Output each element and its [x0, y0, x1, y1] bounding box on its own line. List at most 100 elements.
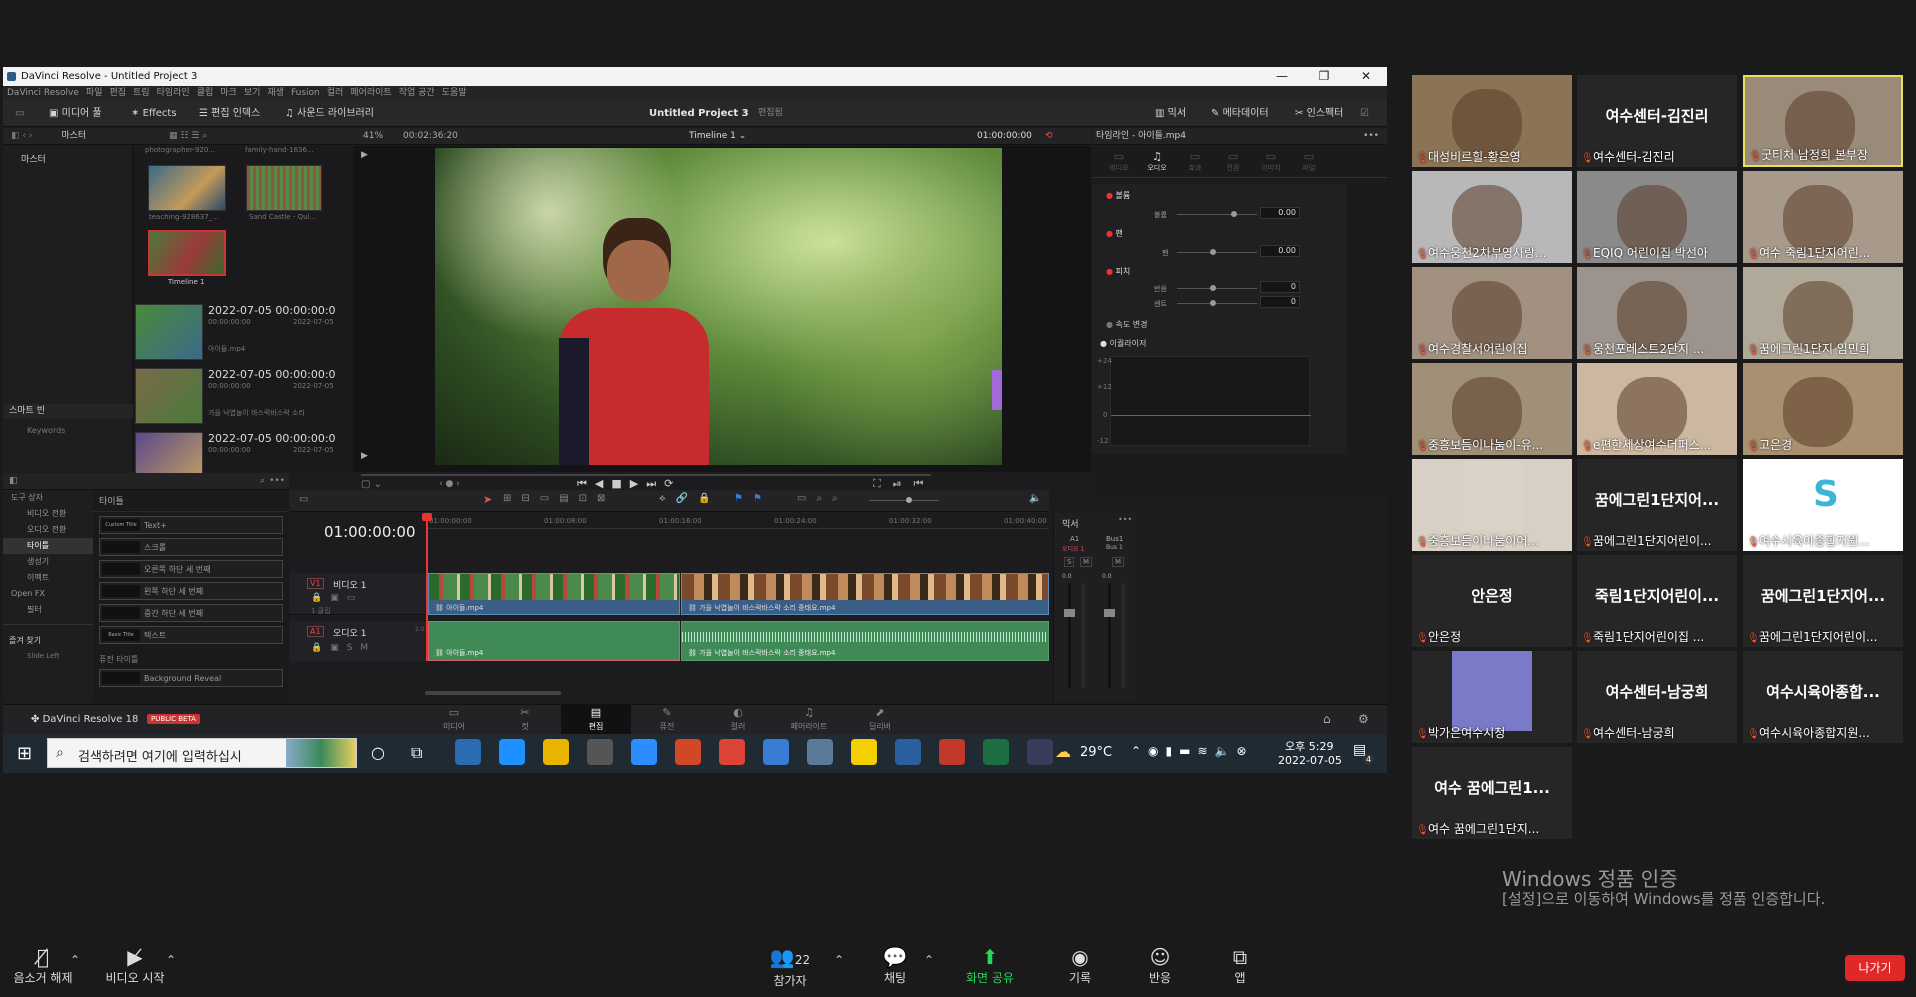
effects-button[interactable]: ✶ Effects [131, 100, 177, 127]
cortana-icon[interactable]: ○ [371, 743, 385, 762]
mute-button[interactable]: M [1080, 557, 1093, 567]
participants-button[interactable]: 👥22 참가자 [760, 945, 820, 989]
timeline-ruler[interactable]: 01:00:00:00 01:00:08:00 01:00:16:00 01:00:2… [427, 513, 1049, 529]
playhead[interactable] [426, 513, 428, 661]
fx-tree-item[interactable]: 타이틀 [3, 538, 93, 554]
page-tab[interactable]: ◐ 컬러 [703, 705, 773, 735]
title-item[interactable]: 왼쪽 하단 세 번째 [99, 582, 283, 600]
view-mode-icons[interactable]: ▦ ☷ ☰ ⌕ [169, 131, 207, 141]
cents-value[interactable]: 0 [1260, 296, 1300, 308]
match-frame-icons[interactable]: ⛶⏯⏮ [873, 477, 935, 491]
settings-icon[interactable]: ⚙ [1358, 712, 1369, 726]
tray-icons[interactable]: ⌃◉▮▬≋🔈⊗ [1131, 744, 1254, 758]
participant-tile[interactable]: 🎙EQIQ 어린이집 박선아 [1577, 171, 1737, 263]
fusion-title-item[interactable]: Background Reveal [93, 669, 289, 687]
more-icon[interactable]: ••• [269, 473, 285, 490]
jog-icon[interactable]: ‹ ● › [439, 479, 460, 489]
fader-track[interactable] [1068, 583, 1071, 688]
volume-knob[interactable] [1231, 211, 1237, 217]
panel-toggle-icon[interactable]: ◧ [9, 476, 18, 486]
timeline-scrollbar[interactable] [425, 691, 561, 695]
home-icon[interactable]: ⌂ [1323, 712, 1331, 726]
clock-date[interactable]: 2022-07-05 [1278, 754, 1342, 767]
start-icon[interactable]: ⊞ [17, 743, 32, 764]
panel-toggle-icon[interactable]: ◧ ‹ › [11, 131, 32, 141]
timeline-options-icon[interactable]: ▭ [299, 494, 308, 505]
fx-tree-item[interactable]: Open FX [3, 586, 93, 602]
sound-library-button[interactable]: ♫ 사운드 라이브러리 [285, 100, 374, 127]
layout-icon[interactable]: ▭ [15, 100, 24, 127]
participant-tile[interactable]: 안은정 🎙안은정 [1412, 555, 1572, 647]
participant-tile[interactable]: 여수센터-남궁희 🎙여수센터-남궁희 [1577, 651, 1737, 743]
task-view-icon[interactable]: ⧉ [411, 743, 422, 763]
track-controls[interactable]: 🔒▣▭ [311, 593, 363, 603]
loop-icon[interactable]: ⟲ [1045, 128, 1053, 145]
taskbar-app-icon[interactable] [895, 739, 921, 765]
track-controls[interactable]: 🔒▣SM [311, 643, 376, 653]
pan-section[interactable]: ● 팬 [1106, 228, 1123, 239]
menu-item[interactable]: 재생 [267, 88, 284, 98]
chat-options-icon[interactable]: ⌃ [924, 953, 934, 967]
maximize-icon[interactable]: ❐ [1303, 67, 1345, 86]
chat-button[interactable]: 💬 채팅 [870, 945, 920, 986]
menu-item[interactable]: 클립 [197, 88, 214, 98]
timeline-thumbnail[interactable] [148, 230, 226, 276]
taskbar-app-icon[interactable] [939, 739, 965, 765]
participants-options-icon[interactable]: ⌃ [834, 953, 844, 967]
taskbar-app-icon[interactable] [543, 739, 569, 765]
menu-item[interactable]: 컬러 [327, 88, 344, 98]
a1-tag[interactable]: A1 [307, 626, 324, 637]
solo-button[interactable]: S [1064, 557, 1075, 567]
eq-graph[interactable]: +24 +12 0 -12 [1097, 356, 1311, 446]
metadata-button[interactable]: ✎ 메타데이터 [1211, 100, 1269, 127]
menu-item[interactable]: 마크 [220, 88, 237, 98]
page-tab[interactable]: ✂ 컷 [490, 705, 560, 735]
volume-section[interactable]: ● 볼륨 [1106, 190, 1130, 201]
equalizer-section[interactable]: ● 이퀄라이저 [1100, 338, 1146, 349]
participant-tile[interactable]: 🎙중흥보듬이나눔이-유... [1412, 363, 1572, 455]
mixer-button[interactable]: ▥ 믹서 [1155, 100, 1186, 127]
pan-slider[interactable] [1177, 252, 1257, 253]
semitones-knob[interactable] [1210, 285, 1216, 291]
snap-link-icons[interactable]: ⟡🔗🔒 [659, 493, 721, 504]
media-pool-button[interactable]: ▣ 미디어 풀 [49, 100, 102, 127]
edit-tools[interactable]: ⊞⊟▭▤⊡⊠ [503, 493, 615, 504]
taskbar-app-icon[interactable] [719, 739, 745, 765]
viewer-options-icon[interactable]: ▢ ⌄ [361, 479, 382, 490]
menu-item[interactable]: 작업 공간 [399, 88, 435, 98]
taskbar-app-icon[interactable] [455, 739, 481, 765]
minimize-icon[interactable]: — [1261, 67, 1303, 86]
v1-name[interactable]: 비디오 1 [333, 578, 366, 591]
menu-item[interactable]: 보기 [244, 88, 261, 98]
menu-item[interactable]: DaVinci Resolve [7, 88, 79, 98]
scrubber[interactable] [361, 474, 931, 476]
record-button[interactable]: ◉ 기록 [1055, 945, 1105, 986]
participant-tile[interactable]: 여수센터-김진리 🎙여수센터-김진리 [1577, 75, 1737, 167]
participant-tile[interactable]: 🎙여수 죽림1단지어린... [1743, 171, 1903, 263]
fader-track[interactable] [1108, 583, 1111, 688]
playhead-handle[interactable] [422, 513, 432, 521]
participant-tile[interactable]: 꿈에그린1단지어... 🎙꿈에그린1단지어린이... [1743, 555, 1903, 647]
fader-knob[interactable] [1064, 609, 1075, 617]
pan-value[interactable]: 0.00 [1260, 245, 1300, 257]
menu-item[interactable]: 파일 [86, 88, 103, 98]
participant-tile[interactable]: 🎙여수경찰서어린이집 [1412, 267, 1572, 359]
speaker-icon[interactable]: 🔈 [1029, 493, 1041, 504]
participant-tile[interactable]: 여수시육아종합... 🎙여수시육아종합지원... [1743, 651, 1903, 743]
menu-item[interactable]: Fusion [291, 88, 320, 98]
inspector-tab[interactable]: ▭ 전환 [1216, 150, 1250, 173]
zoom-slider[interactable] [869, 500, 939, 501]
taskbar-app-icon[interactable] [1027, 739, 1053, 765]
selection-tool-icon[interactable]: ➤ [483, 493, 492, 506]
share-screen-button[interactable]: ⬆ 화면 공유 [955, 945, 1025, 986]
title-item[interactable]: 오른쪽 하단 세 번째 [99, 560, 283, 578]
cents-knob[interactable] [1210, 300, 1216, 306]
clip-thumbnail[interactable] [148, 165, 226, 211]
participant-tile[interactable]: 여수 꿈에그린1... 🎙여수 꿈에그린1단지... [1412, 747, 1572, 839]
inspector-tab[interactable]: ▭ 비디오 [1102, 150, 1136, 173]
semitones-value[interactable]: 0 [1260, 281, 1300, 293]
audio-clip[interactable]: ⛓ 가을 낙엽놀이 바스락바스락 소리 중태요.mp4 [681, 621, 1049, 661]
leave-button[interactable]: 나가기 [1845, 955, 1905, 981]
taskbar-search[interactable]: ⌕ 검색하려면 여기에 입력하십시 [47, 738, 357, 768]
video-clip[interactable]: ⛓ 가을 낙엽놀이 바스락바스락 소리 중태요.mp4 [681, 573, 1049, 615]
